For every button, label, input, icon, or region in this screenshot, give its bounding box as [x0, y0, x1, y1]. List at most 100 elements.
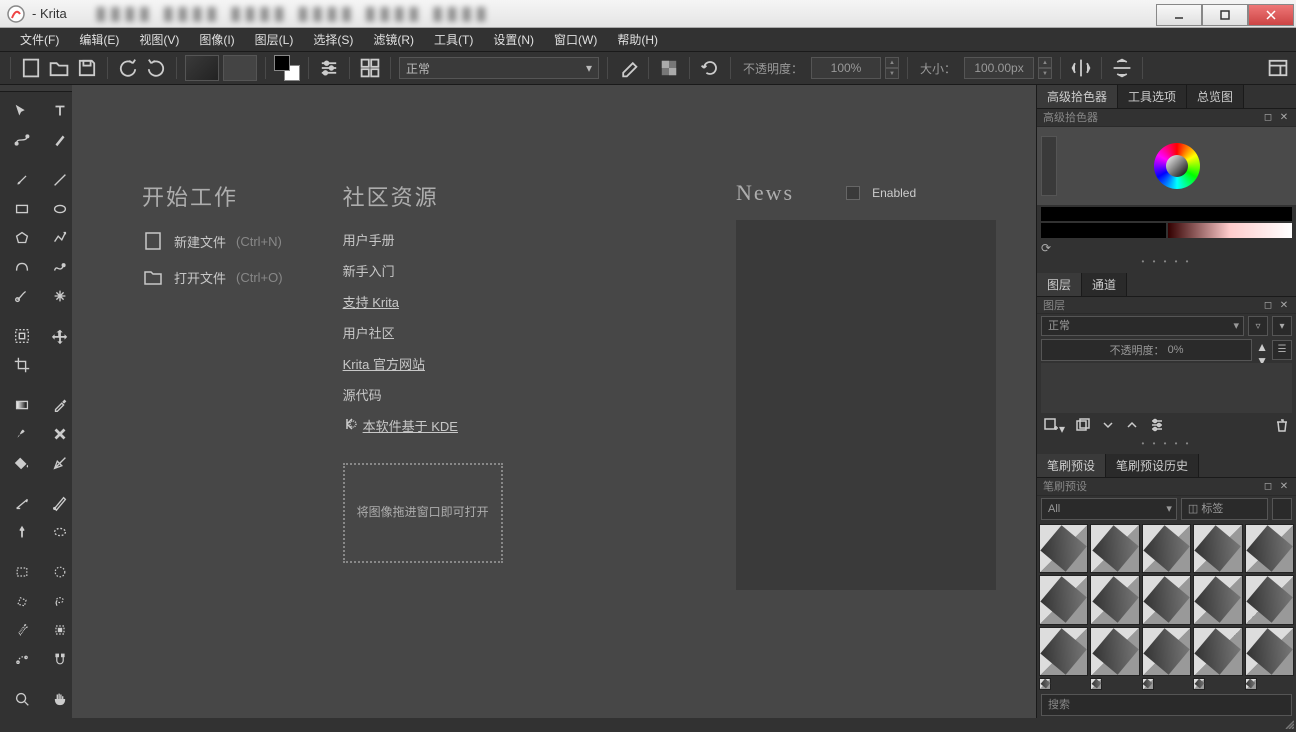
brush-preset[interactable] — [1090, 524, 1139, 573]
layer-opacity-slider[interactable]: 不透明度： 0% — [1041, 339, 1252, 361]
link-getting-started[interactable]: 新手入门 — [343, 261, 503, 280]
gradient-tool[interactable] — [6, 392, 38, 418]
save-button[interactable] — [75, 56, 99, 80]
tab-brush-history[interactable]: 笔刷预设历史 — [1106, 454, 1199, 477]
close-dock-icon[interactable]: ✕ — [1278, 111, 1290, 123]
color-swatches[interactable] — [274, 55, 300, 81]
menu-tool[interactable]: 工具(T) — [424, 28, 483, 52]
move-down-icon[interactable] — [1101, 418, 1115, 435]
link-website[interactable]: Krita 官方网站 — [343, 354, 503, 373]
menu-select[interactable]: 选择(S) — [303, 28, 363, 52]
color-picker[interactable] — [1037, 127, 1296, 205]
size-spinner[interactable]: ▲▼ — [1038, 57, 1052, 79]
brush-preset[interactable] — [1193, 678, 1205, 690]
menu-filter[interactable]: 滤镜(R) — [363, 28, 424, 52]
brush-preset[interactable] — [1039, 627, 1088, 676]
open-file-link[interactable]: 打开文件 (Ctrl+O) — [142, 266, 283, 288]
fill-tool[interactable] — [6, 450, 38, 476]
move-up-icon[interactable] — [1125, 418, 1139, 435]
color-history[interactable] — [1037, 205, 1296, 240]
tab-layers[interactable]: 图层 — [1037, 273, 1082, 296]
menu-view[interactable]: 视图(V) — [129, 28, 189, 52]
brush-preset[interactable] — [1039, 575, 1088, 624]
float-icon[interactable]: ◻ — [1262, 111, 1274, 123]
dock-divider-2[interactable]: • • • • • — [1037, 439, 1296, 455]
preset-view-icon[interactable] — [1272, 498, 1292, 520]
close-dock-icon[interactable]: ✕ — [1278, 480, 1290, 492]
color-wheel[interactable] — [1154, 143, 1200, 189]
dynamic-brush-tool[interactable] — [6, 283, 38, 309]
brush-preset[interactable] — [1039, 678, 1051, 690]
toolbox-tab[interactable] — [0, 85, 72, 92]
layer-settings-icon[interactable] — [1149, 417, 1165, 436]
new-file-link[interactable]: 新建文件 (Ctrl+N) — [142, 230, 283, 252]
poly-select-tool[interactable] — [6, 588, 38, 614]
pin-tool[interactable] — [6, 519, 38, 545]
menu-help[interactable]: 帮助(H) — [607, 28, 668, 52]
brush-preset[interactable] — [1193, 575, 1242, 624]
opacity-input[interactable]: 100% — [811, 57, 881, 79]
menu-setting[interactable]: 设置(N) — [483, 28, 544, 52]
add-filter-icon[interactable]: ▾ — [1272, 316, 1292, 336]
tab-tool-options[interactable]: 工具选项 — [1118, 85, 1187, 108]
workspace-chooser-icon[interactable] — [1266, 56, 1290, 80]
mirror-h-icon[interactable] — [1069, 56, 1093, 80]
new-file-button[interactable] — [19, 56, 43, 80]
brush-preset[interactable] — [1245, 678, 1257, 690]
filter-icon[interactable]: ▿ — [1248, 316, 1268, 336]
brush-preset[interactable] — [1142, 524, 1191, 573]
rect-select-tool[interactable] — [6, 559, 38, 585]
news-enabled-checkbox[interactable] — [846, 186, 860, 200]
close-dock-icon[interactable]: ✕ — [1278, 299, 1290, 311]
float-icon[interactable]: ◻ — [1262, 299, 1274, 311]
brush-preset[interactable] — [1142, 678, 1154, 690]
menu-layer[interactable]: 图层(L) — [245, 28, 304, 52]
brush-preset[interactable] — [1090, 575, 1139, 624]
brush-preset[interactable] — [1039, 524, 1088, 573]
tab-color-picker[interactable]: 高级拾色器 — [1037, 85, 1118, 108]
transform-tool[interactable] — [6, 98, 38, 124]
tab-channels[interactable]: 通道 — [1082, 273, 1127, 296]
menu-window[interactable]: 窗口(W) — [544, 28, 607, 52]
duplicate-layer-icon[interactable] — [1075, 417, 1091, 436]
layer-blend-combo[interactable]: 正常▾ — [1041, 316, 1244, 336]
open-button[interactable] — [47, 56, 71, 80]
menu-edit[interactable]: 编辑(E) — [69, 28, 129, 52]
gradient-preview[interactable] — [185, 55, 219, 81]
maximize-button[interactable] — [1202, 4, 1248, 26]
link-source[interactable]: 源代码 — [343, 385, 503, 404]
brush-preset[interactable] — [1090, 627, 1139, 676]
drop-zone[interactable]: 将图像拖进窗口即可打开 — [343, 463, 503, 563]
pattern-preview[interactable] — [223, 55, 257, 81]
menu-image[interactable]: 图像(I) — [189, 28, 244, 52]
resize-grip[interactable] — [1284, 718, 1294, 728]
size-input[interactable]: 100.00px — [964, 57, 1034, 79]
crop-tool[interactable] — [6, 352, 38, 378]
layer-props-icon[interactable]: ☰ — [1272, 340, 1292, 360]
brush-preset[interactable] — [1142, 575, 1191, 624]
minimize-button[interactable] — [1156, 4, 1202, 26]
link-support[interactable]: 支持 Krita — [343, 292, 503, 311]
polygon-tool[interactable] — [6, 225, 38, 251]
link-manual[interactable]: 用户手册 — [343, 230, 503, 249]
workspace-icon[interactable] — [358, 56, 382, 80]
mirror-v-icon[interactable] — [1110, 56, 1134, 80]
contiguous-select-tool[interactable] — [6, 617, 38, 643]
alpha-lock-icon[interactable] — [657, 56, 681, 80]
brush-preset[interactable] — [1090, 678, 1102, 690]
zoom-tool[interactable] — [6, 686, 38, 712]
brush-preset[interactable] — [1193, 627, 1242, 676]
preset-tag-combo[interactable]: ◫ 标签 — [1181, 498, 1268, 520]
preset-filter-combo[interactable]: All▾ — [1041, 498, 1177, 520]
rectangle-tool[interactable] — [6, 196, 38, 222]
brush-tool[interactable] — [6, 167, 38, 193]
link-forum[interactable]: 用户社区 — [343, 323, 503, 342]
brush-preset[interactable] — [1245, 627, 1294, 676]
refresh-icon[interactable]: ⟳ — [1041, 241, 1051, 255]
bezier-select-tool[interactable] — [6, 646, 38, 672]
undo-button[interactable] — [116, 56, 140, 80]
brush-preset[interactable] — [1245, 575, 1294, 624]
brush-preset[interactable] — [1193, 524, 1242, 573]
delete-layer-icon[interactable] — [1274, 417, 1290, 436]
bezier-tool[interactable] — [6, 254, 38, 280]
